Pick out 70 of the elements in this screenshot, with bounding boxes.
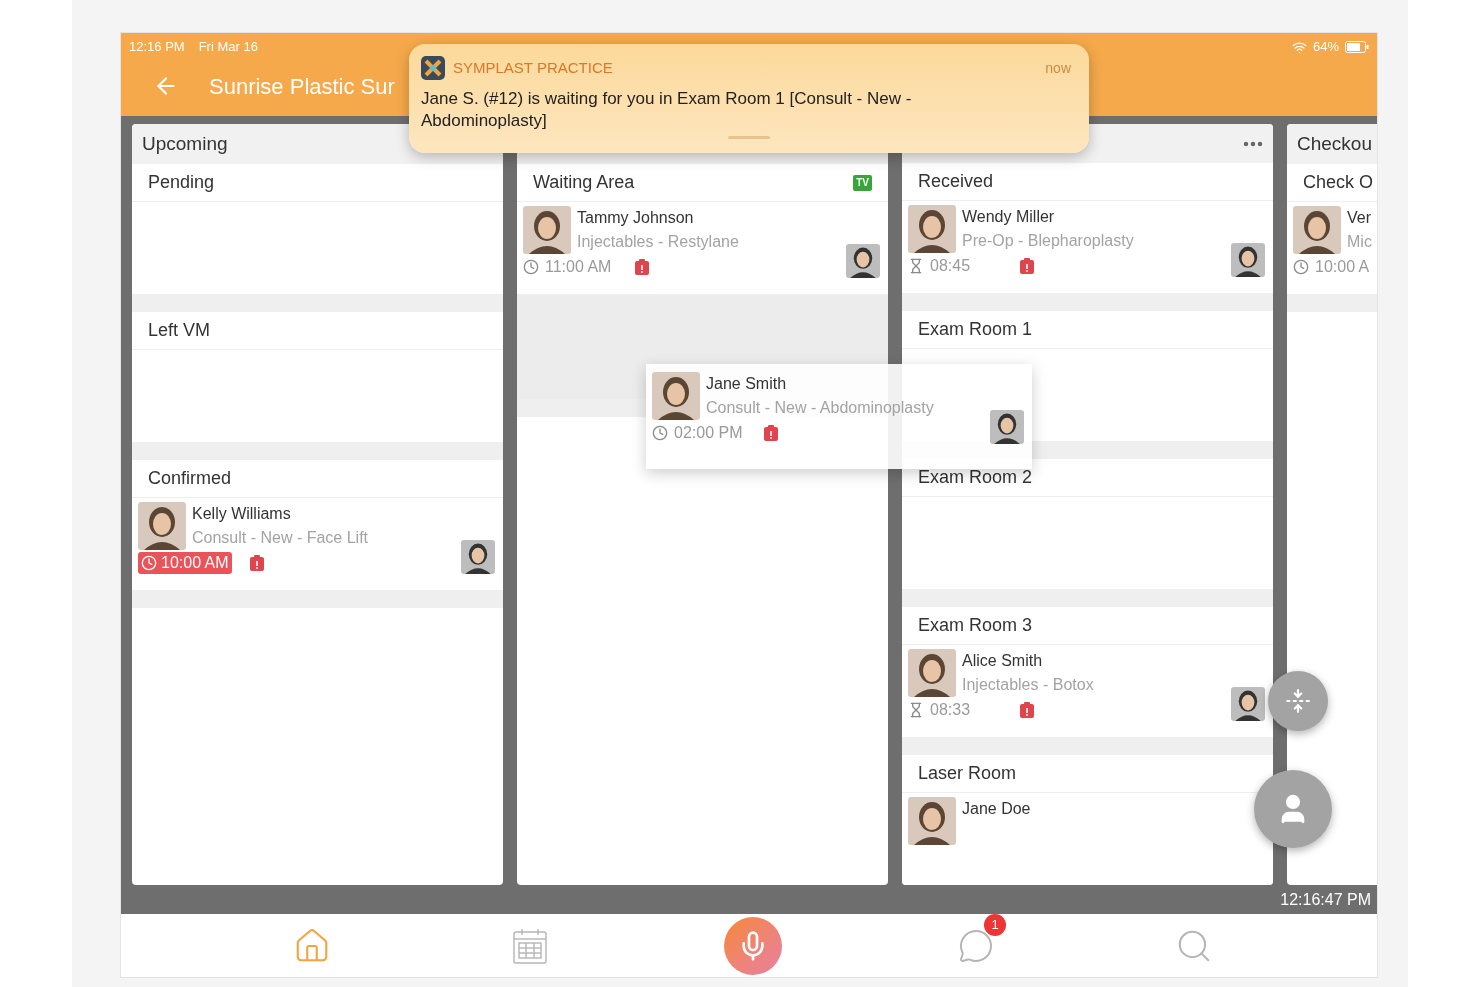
clipboard-alert-icon <box>1020 702 1034 718</box>
patient-name: Alice Smith <box>962 651 1044 671</box>
clock-icon <box>1293 259 1309 275</box>
clock-icon <box>523 259 539 275</box>
avatar <box>138 502 186 550</box>
calendar-icon <box>512 926 548 965</box>
appointment-time: 10:00 A <box>1293 256 1370 278</box>
chat-icon <box>958 927 994 964</box>
app-name: SYMPLAST PRACTICE <box>453 57 613 78</box>
procedure-text: Consult - New - Face Lift <box>192 528 369 548</box>
patient-name: Wendy Miller <box>962 207 1056 227</box>
patient-name: Jane Doe <box>962 799 1031 819</box>
collapse-icon <box>1285 688 1311 714</box>
procedure-text: Consult - New - Abdominoplasty <box>706 398 934 418</box>
patient-name: Ver <box>1347 208 1372 228</box>
section-title: Check O <box>1303 171 1374 194</box>
section-title: Received <box>918 170 994 193</box>
appointment-time: 08:33 <box>908 699 971 721</box>
battery-percent: 64% <box>1312 38 1339 57</box>
appointment-time: 02:00 PM <box>652 422 743 444</box>
appointment-time: 11:00 AM <box>523 256 612 278</box>
procedure-text: Pre-Op - Blepharoplasty <box>962 231 1134 251</box>
current-time: 12:16:47 PM <box>1280 889 1371 910</box>
appointment-time: 10:00 AM <box>138 552 232 574</box>
more-icon[interactable] <box>1243 140 1263 147</box>
section-title: Pending <box>148 171 215 194</box>
status-time: 12:16 PM <box>129 38 185 57</box>
clipboard-alert-icon <box>764 425 778 441</box>
wifi-icon <box>1291 39 1307 55</box>
section-title: Exam Room 2 <box>918 466 1033 489</box>
hourglass-icon <box>908 258 924 274</box>
avatar <box>652 372 700 420</box>
procedure-text: Injectables - Botox <box>962 675 1094 695</box>
section-title: Confirmed <box>148 467 232 490</box>
battery-icon <box>1345 41 1369 53</box>
avatar <box>908 649 956 697</box>
clipboard-alert-icon <box>1020 258 1034 274</box>
section-title: Exam Room 1 <box>918 318 1033 341</box>
procedure-text: Injectables - Restylane <box>577 232 739 252</box>
patient-name: Tammy Johnson <box>577 208 695 228</box>
avatar <box>908 797 956 845</box>
notification-time: now <box>1045 58 1072 78</box>
patient-name: Jane Smith <box>706 374 788 394</box>
hourglass-icon <box>908 702 924 718</box>
column-title: Checkou <box>1297 131 1372 156</box>
status-date: Fri Mar 16 <box>198 38 258 57</box>
section-title: Exam Room 3 <box>918 614 1033 637</box>
clipboard-alert-icon <box>250 555 264 571</box>
avatar <box>908 205 956 253</box>
unread-badge: 1 <box>984 913 1006 936</box>
clock-icon <box>652 425 668 441</box>
tv-badge: TV <box>853 174 872 191</box>
section-title: Laser Room <box>918 762 1017 785</box>
appointment-card[interactable]: Ver Mic 10:00 A <box>1287 202 1377 286</box>
patient-name: Kelly Williams <box>192 504 292 524</box>
clock-icon <box>141 555 157 571</box>
column-title: Upcoming <box>142 131 228 156</box>
avatar <box>523 206 571 254</box>
section-title: Left VM <box>148 319 211 342</box>
notification-message: Jane S. (#12) is waiting for you in Exam Room 1 [Consult - New - Abdominoplasty] <box>421 88 913 132</box>
practice-title: Sunrise Plastic Sur <box>209 72 395 101</box>
clipboard-alert-icon <box>635 259 649 275</box>
app-icon <box>421 56 445 80</box>
avatar <box>1293 206 1341 254</box>
section-title: Waiting Area <box>533 171 635 194</box>
appointment-time: 08:45 <box>908 255 971 277</box>
dragged-card[interactable]: Jane Smith Consult - New - Abdominoplasty 02:00 PM <box>646 364 1032 469</box>
microphone-button[interactable] <box>724 916 782 975</box>
notification-banner[interactable]: SYMPLAST PRACTICE now Jane S. (#12) is waiting for you in Exam Room 1 [Consult - New - Abdominoplasty] <box>409 44 1089 153</box>
procedure-text: Mic <box>1347 232 1372 252</box>
